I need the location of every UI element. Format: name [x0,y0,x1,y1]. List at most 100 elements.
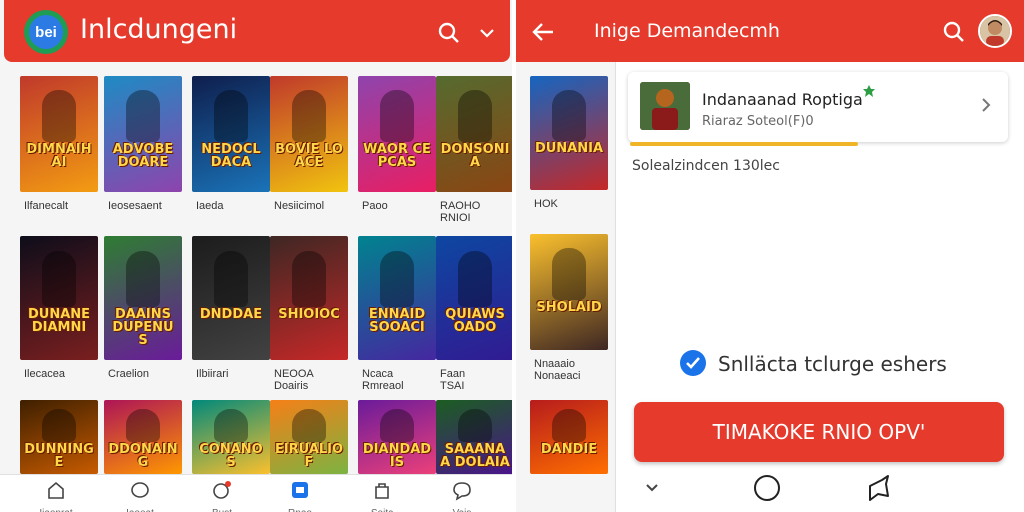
chevron-down-icon[interactable] [644,472,660,507]
poster-title: EIRUALIOF [274,442,344,470]
nav-item-3[interactable]: Rnao [270,479,330,512]
gift-icon [213,481,231,499]
nav-label: Bust [192,508,252,512]
game-poster: DAAINS DUPENUS [104,236,182,360]
checkbox-label: Snlläcta tclurge eshers [718,352,947,376]
nav-label: Iiaonrat [26,508,86,512]
app-subtitle: Riaraz Soteol(F)0 [702,114,814,129]
search-icon[interactable] [436,20,462,46]
game-poster: DDONAING [104,400,182,474]
side-game-list: DUNANIA HOK SHOLAID Nnaaaio Nonaeaci DANDIE [516,62,616,512]
poster-character [292,251,326,307]
poster-title: DNDDAE [199,307,263,322]
poster-character [42,409,76,442]
nav-item-4[interactable]: Soitc [352,479,412,512]
game-poster: DNDDAE [192,236,270,360]
poster-character [380,409,414,442]
nav-item-1[interactable]: Iaoeat [110,479,170,512]
poster-title: ADVOBE DOARE [112,142,174,170]
download-status: Solealzindcen 130lec [632,158,780,174]
app-thumbnail [640,82,690,130]
app-logo[interactable]: bei [24,10,68,54]
game-poster: DIANDADIS [358,400,436,474]
poster-character [458,409,492,442]
game-poster: WAOR CEPCAS [358,76,436,192]
download-progress-bar [630,142,858,146]
game-poster: CONANOS [192,400,270,474]
game-poster: QUIAWS OADO [436,236,512,360]
game-caption: Nnaaaio Nonaeaci [534,358,581,382]
poster-title: CONANOS [199,442,263,470]
poster-character [380,90,414,142]
poster-character [380,251,414,307]
check-icon [686,357,700,369]
game-poster: DUNANE DIAMNI [20,236,98,360]
poster-title: SHIOIOC [278,307,340,322]
poster-character [214,90,248,142]
poster-character [292,409,326,442]
poster-title: QUIAWS OADO [445,307,505,335]
install-button[interactable]: TIMAKOKE RNIO OPV' [634,402,1004,462]
poster-character [214,251,248,307]
app-title: Inlcdungeni [80,14,238,45]
nav-item-0[interactable]: Iiaonrat [26,479,86,512]
detail-title: Inige Demandecmh [594,20,780,42]
poster-title: DANDIE [540,442,598,457]
game-poster: DUNNINGE [20,400,98,474]
poster-title: DUNANIA [534,141,604,156]
poster-character [552,90,586,141]
poster-title: DDONAING [108,442,178,470]
screen: bei Inlcdungeni DIMNAIHAI Ilfanecalt ADVOB… [0,0,1024,512]
game-caption: HOK [534,198,558,210]
poster-title: DUNNINGE [24,442,94,470]
poster-character [292,90,326,142]
avatar[interactable] [978,14,1012,48]
nav-item-2[interactable]: Bust [192,479,252,512]
game-caption: Faan TSAI [440,368,466,392]
game-poster: DONSONIA [436,76,512,192]
chat-icon [131,482,149,498]
game-caption: Craelion [108,368,149,380]
search-icon[interactable] [942,20,966,44]
nav-label: Soitc [352,508,412,512]
game-poster: DANDIE [530,400,608,474]
chevron-down-icon[interactable] [476,22,498,44]
verified-icon [863,85,875,97]
poster-title: DIMNAIHAI [26,142,92,170]
poster-character [214,409,248,442]
checkbox[interactable] [680,350,706,376]
poster-character [126,251,160,307]
game-poster: ENNAID SOOACI [358,236,436,360]
poster-character [126,90,160,142]
app-name: Indanaanad Roptiga [702,90,863,109]
nav-label: Vais [432,508,492,512]
poster-title: ENNAID SOOACI [368,307,426,335]
game-poster: ADVOBE DOARE [104,76,182,192]
poster-title: DUNANE DIAMNI [27,307,91,335]
bottom-navigation: Iiaonrat Iaoeat Bust Rnao Soitc Vais [0,474,512,512]
chevron-right-icon[interactable] [980,96,992,119]
app-info-card[interactable]: Indanaanad Roptiga Riaraz Soteol(F)0 [628,72,1008,142]
game-poster: SHIOIOC [270,236,348,360]
game-poster: BOVIE LOACE [270,76,348,192]
nav-label: Iaoeat [110,508,170,512]
game-caption: Iaeda [196,200,224,212]
game-caption: Ieosesaent [108,200,162,212]
game-caption: NEOOA Doairis [274,368,314,392]
nav-item-5[interactable]: Vais [432,479,492,512]
comment-icon [453,482,471,501]
poster-character [552,248,586,300]
logo-text: bei [29,15,63,49]
game-poster: SHOLAID [530,234,608,350]
home-icon [48,481,64,499]
app-header: bei Inlcdungeni [4,0,510,62]
home-circle-icon[interactable] [752,472,782,509]
game-caption: Ilbiirari [196,368,229,380]
nav-label: Rnao [270,508,330,512]
apps-icon [292,482,308,498]
poster-character [458,251,492,307]
poster-title: SHOLAID [536,300,602,315]
back-arrow-icon[interactable] [530,20,556,44]
share-icon[interactable] [864,472,892,509]
poster-title: WAOR CEPCAS [363,142,431,170]
